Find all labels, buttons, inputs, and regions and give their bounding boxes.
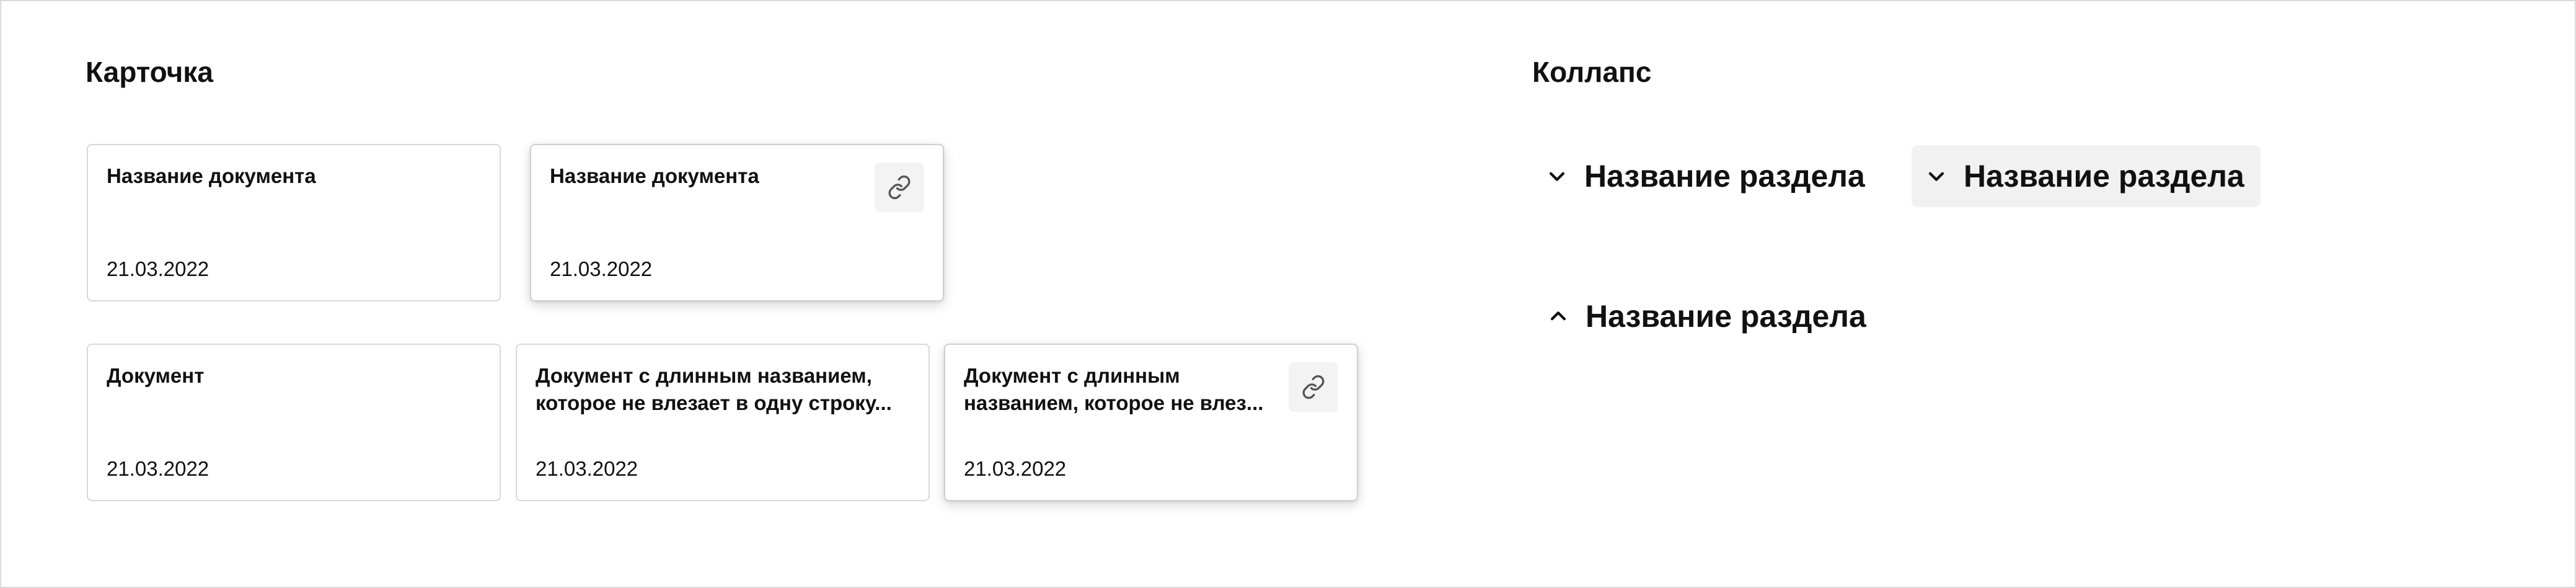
card-title: Документ с длинным названием, которое не…: [964, 364, 1264, 414]
card-date: 21.03.2022: [107, 257, 210, 280]
link-icon: [1302, 375, 1325, 399]
card-section-title: Карточка: [86, 56, 213, 88]
card-title: Документ: [107, 364, 205, 387]
collapse-label: Название раздела: [1584, 159, 1865, 194]
link-icon: [888, 175, 911, 200]
card-date: 21.03.2022: [536, 457, 638, 480]
card-date: 21.03.2022: [964, 457, 1067, 480]
card-title: Название документа: [107, 164, 316, 187]
card-date: 21.03.2022: [107, 457, 210, 480]
copy-link-button[interactable]: [875, 163, 924, 212]
collapse-header-expanded[interactable]: Название раздела: [1546, 285, 1866, 347]
chevron-up-icon: [1546, 304, 1571, 329]
card-date: 21.03.2022: [550, 257, 653, 280]
collapse-label: Название раздела: [1964, 159, 2244, 194]
collapse-header-hover[interactable]: Название раздела: [1912, 145, 2261, 207]
document-card[interactable]: Название документа 21.03.2022: [87, 144, 501, 301]
collapse-section-title: Коллапс: [1532, 56, 1652, 88]
collapse-header[interactable]: Название раздела: [1545, 145, 1865, 207]
document-card[interactable]: Документ 21.03.2022: [87, 344, 501, 501]
canvas-frame: Карточка Название документа 21.03.2022 Н…: [0, 0, 2576, 588]
chevron-down-icon: [1545, 164, 1569, 189]
card-title: Документ с длинным названием, которое не…: [536, 364, 892, 414]
document-card-long-title-hover[interactable]: Документ с длинным названием, которое не…: [944, 344, 1358, 501]
copy-link-button[interactable]: [1289, 362, 1338, 412]
collapse-label: Название раздела: [1586, 299, 1866, 334]
chevron-down-icon: [1924, 164, 1949, 189]
document-card-hover[interactable]: Название документа 21.03.2022: [530, 144, 944, 301]
document-card-long-title[interactable]: Документ с длинным названием, которое не…: [516, 344, 930, 501]
card-title: Название документа: [550, 164, 759, 187]
